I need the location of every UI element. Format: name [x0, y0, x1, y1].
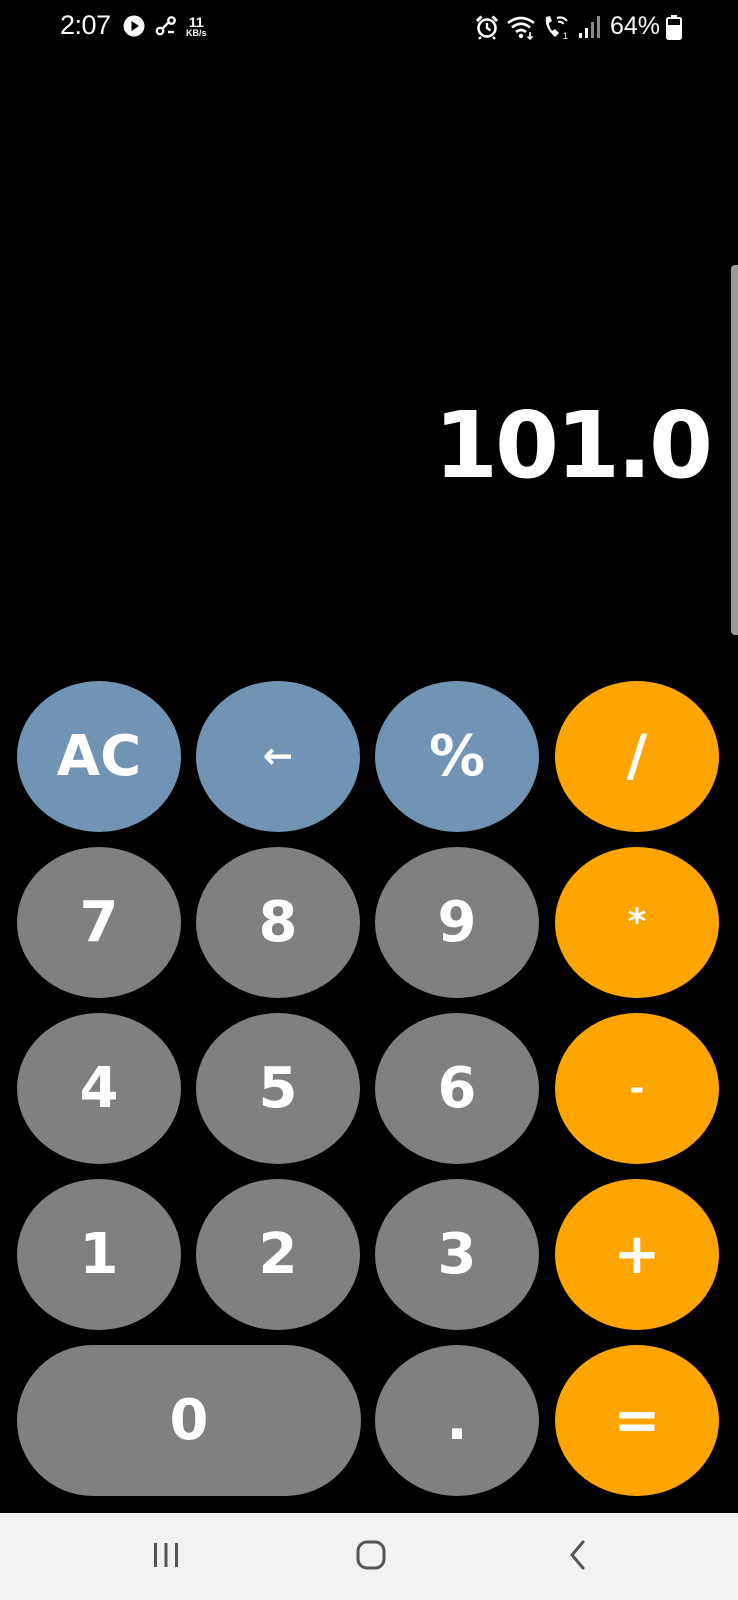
- decimal-point-button[interactable]: .: [375, 1345, 539, 1496]
- recents-button[interactable]: [106, 1513, 226, 1600]
- digit-0-button[interactable]: 0: [17, 1345, 361, 1496]
- digit-8-button[interactable]: 8: [196, 847, 360, 998]
- home-button[interactable]: [311, 1513, 431, 1600]
- digit-4-button[interactable]: 4: [17, 1013, 181, 1164]
- subtract-label: -: [629, 1068, 645, 1109]
- digit-7-button[interactable]: 7: [17, 847, 181, 998]
- multiply-label: *: [627, 902, 647, 943]
- backspace-arrow-icon: ←: [262, 736, 294, 777]
- all-clear-button[interactable]: AC: [17, 681, 181, 832]
- percent-button[interactable]: %: [375, 681, 539, 832]
- backspace-button[interactable]: ←: [196, 681, 360, 832]
- divide-button[interactable]: /: [555, 681, 719, 832]
- digit-5-button[interactable]: 5: [196, 1013, 360, 1164]
- digit-6-button[interactable]: 6: [375, 1013, 539, 1164]
- equals-button[interactable]: =: [555, 1345, 719, 1496]
- digit-3-button[interactable]: 3: [375, 1179, 539, 1330]
- digit-2-button[interactable]: 2: [196, 1179, 360, 1330]
- navigation-bar: [0, 1513, 738, 1600]
- digit-1-button[interactable]: 1: [17, 1179, 181, 1330]
- digit-9-button[interactable]: 9: [375, 847, 539, 998]
- add-button[interactable]: +: [555, 1179, 719, 1330]
- multiply-button[interactable]: *: [555, 847, 719, 998]
- back-button[interactable]: [518, 1513, 638, 1600]
- recents-icon: [151, 1541, 181, 1573]
- keypad: AC ← % / 7 8 9 * 4 5 6 - 1 2 3 + 0 . =: [0, 0, 738, 1600]
- back-icon: [566, 1539, 590, 1575]
- home-icon: [355, 1539, 387, 1575]
- subtract-button[interactable]: -: [555, 1013, 719, 1164]
